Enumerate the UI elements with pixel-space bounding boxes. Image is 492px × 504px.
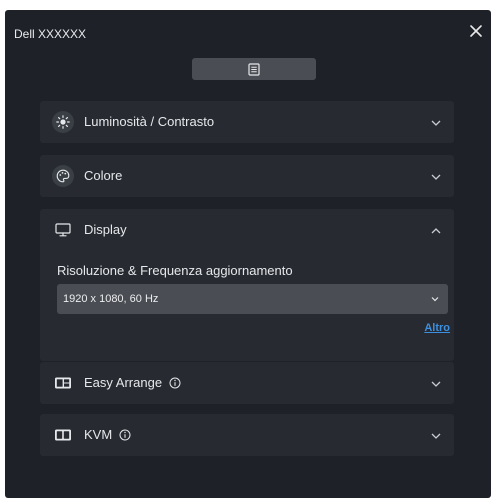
resolution-select[interactable]: 1920 x 1080, 60 Hz [57, 284, 448, 314]
chevron-down-icon [431, 120, 441, 126]
panel-color: Colore [40, 155, 454, 197]
kvm-icon [52, 424, 74, 446]
brightness-icon [52, 111, 74, 133]
color-palette-icon [52, 165, 74, 187]
layout-icon [52, 372, 74, 394]
panel-header-display[interactable]: Display [40, 209, 454, 251]
chevron-down-icon [431, 433, 441, 439]
panel-header-easy-arrange[interactable]: Easy Arrange [40, 362, 454, 404]
panel-label-brightness-contrast: Luminosità / Contrasto [84, 114, 215, 129]
resolution-label: Risoluzione & Frequenza aggiornamento [57, 263, 293, 278]
panel-label-color: Colore [84, 168, 123, 183]
window-title: Dell XXXXXX [14, 27, 87, 41]
info-icon[interactable] [119, 429, 131, 441]
panel-display: Display Risoluzione & Frequenza aggiorna… [40, 209, 454, 361]
close-button[interactable] [467, 22, 485, 40]
panel-label-kvm: KVM [84, 427, 113, 442]
close-icon [470, 25, 482, 37]
monitor-icon [52, 219, 74, 241]
chevron-up-icon [431, 228, 441, 234]
chevron-down-icon [431, 174, 441, 180]
menu-list-icon [248, 62, 260, 76]
info-icon[interactable] [169, 377, 181, 389]
panel-header-color[interactable]: Colore [40, 155, 454, 197]
panel-label-display: Display [84, 222, 127, 237]
chevron-down-icon [431, 297, 439, 302]
resolution-selected-value: 1920 x 1080, 60 Hz [63, 293, 159, 305]
panel-header-brightness-contrast[interactable]: Luminosità / Contrasto [40, 101, 454, 143]
menu-button[interactable] [192, 58, 316, 80]
panel-brightness-contrast: Luminosità / Contrasto [40, 101, 454, 143]
more-link[interactable]: Altro [424, 322, 450, 334]
app-window: Dell XXXXXX Luminosità / Contrasto Color… [5, 10, 491, 498]
panel-header-kvm[interactable]: KVM [40, 414, 454, 456]
panel-kvm: KVM [40, 414, 454, 456]
panel-label-easy-arrange: Easy Arrange [84, 375, 163, 390]
chevron-down-icon [431, 381, 441, 387]
panel-easy-arrange: Easy Arrange [40, 362, 454, 404]
